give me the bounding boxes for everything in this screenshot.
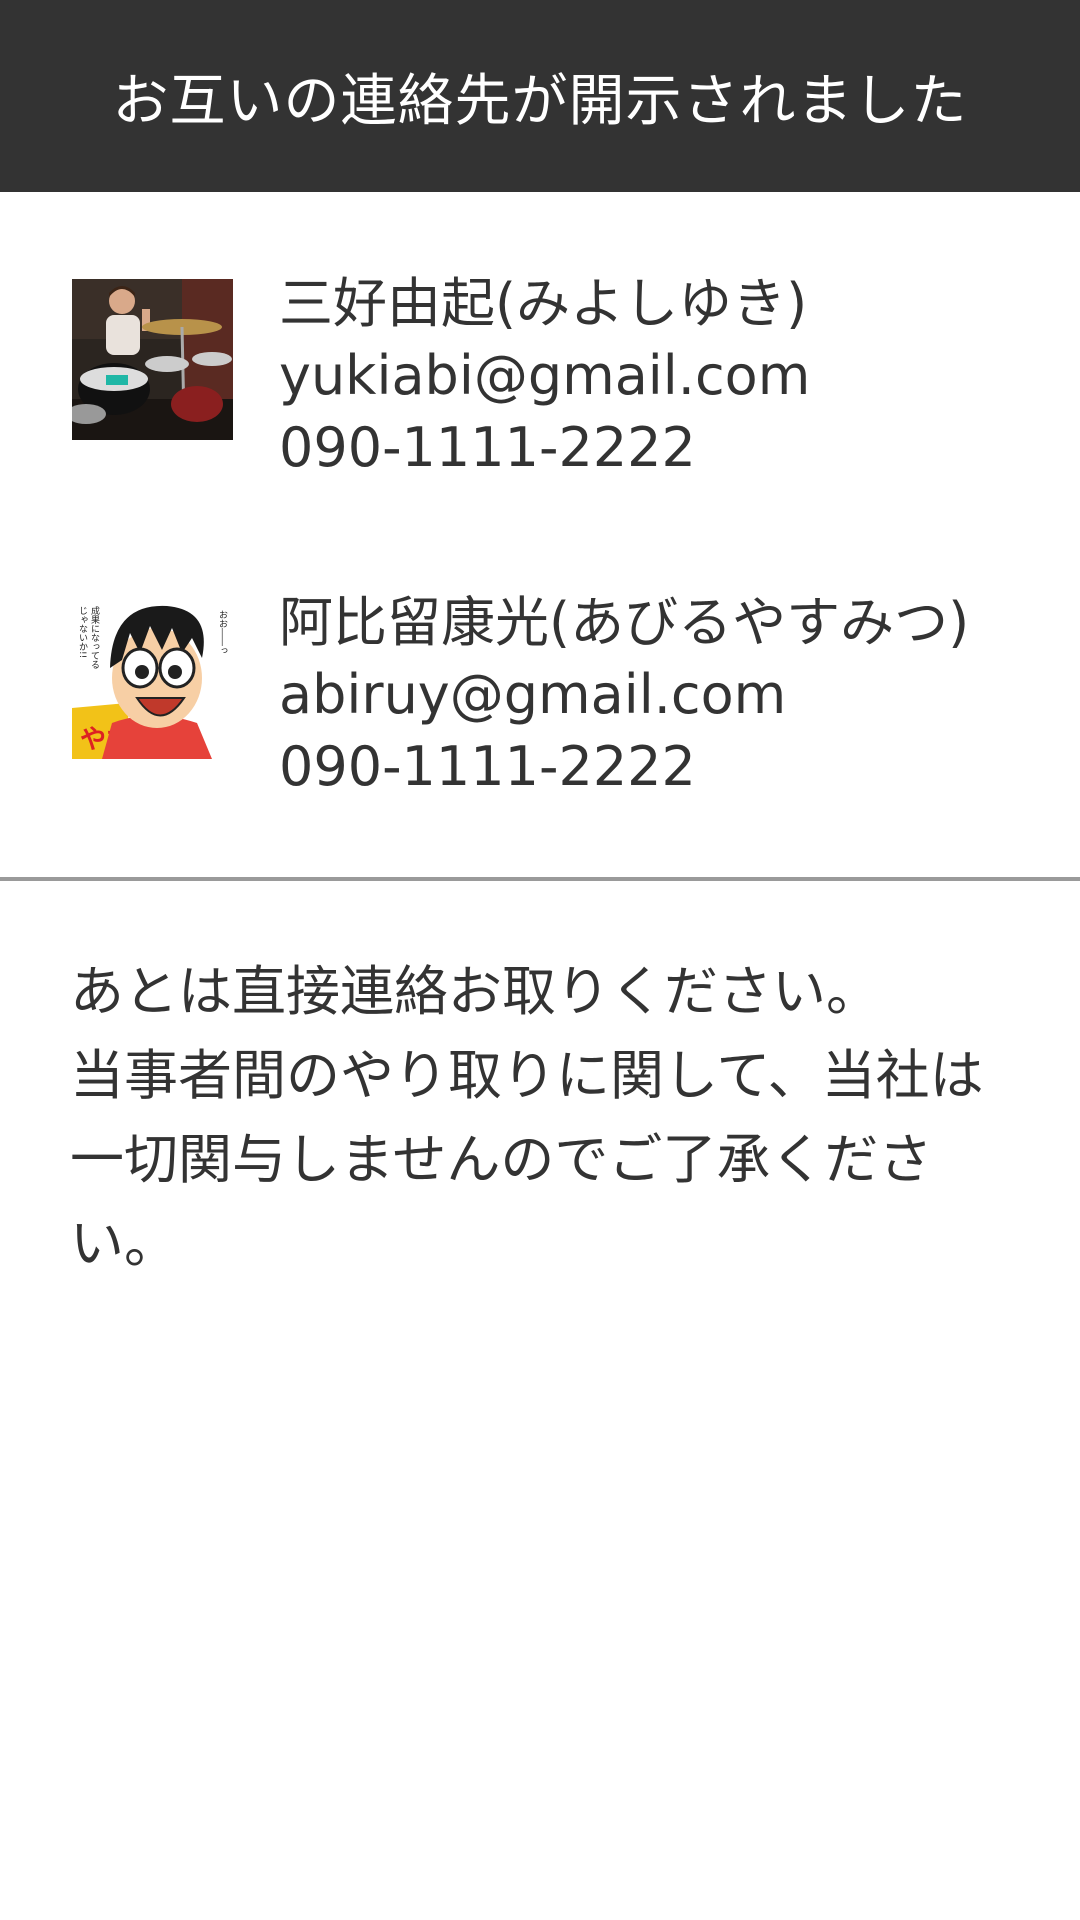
divider xyxy=(0,877,1080,881)
notice-line: 一切関与しませんのでご了承くださ xyxy=(70,1128,933,1191)
avatar-caption: おお――っ xyxy=(217,610,227,655)
notice-line: 当事者間のやり取りに関して、当社は xyxy=(70,1044,984,1107)
contact-name: 三好由起(みよしゆき) xyxy=(279,272,808,335)
contact-phone[interactable]: 090-1111-2222 xyxy=(279,731,969,803)
notice-line: あとは直接連絡お取りください。 xyxy=(70,960,880,1023)
notice-line: い。 xyxy=(70,1212,178,1275)
contact-name: 阿比留康光(あびるやすみつ) xyxy=(279,591,970,654)
cartoon-illustration-icon: やた おお――っ 成果になってる じゃないか!! xyxy=(72,598,233,759)
contact-email[interactable]: yukiabi@gmail.com xyxy=(279,340,810,412)
drummer-photo-icon xyxy=(72,279,233,440)
contact-email[interactable]: abiruy@gmail.com xyxy=(279,659,969,731)
avatar xyxy=(72,279,233,440)
contact-card: やた おお――っ 成果になってる じゃないか!! 阿比留康光(あびるやすみつ) … xyxy=(72,591,1072,798)
avatar-caption: 成果になってる xyxy=(89,605,100,669)
notice-text: あとは直接連絡お取りください。 当事者間のやり取りに関して、当社は 一切関与しま… xyxy=(70,950,1030,1286)
avatar: やた おお――っ 成果になってる じゃないか!! xyxy=(72,598,233,759)
contact-info: 阿比留康光(あびるやすみつ) abiruy@gmail.com 090-1111… xyxy=(279,587,969,803)
avatar-caption: じゃないか!! xyxy=(77,606,88,658)
header-bar: お互いの連絡先が開示されました xyxy=(0,0,1080,192)
contact-phone[interactable]: 090-1111-2222 xyxy=(279,412,810,484)
contact-info: 三好由起(みよしゆき) yukiabi@gmail.com 090-1111-2… xyxy=(279,268,810,484)
page-title: お互いの連絡先が開示されました xyxy=(112,68,968,134)
contact-card: 三好由起(みよしゆき) yukiabi@gmail.com 090-1111-2… xyxy=(72,272,1072,479)
